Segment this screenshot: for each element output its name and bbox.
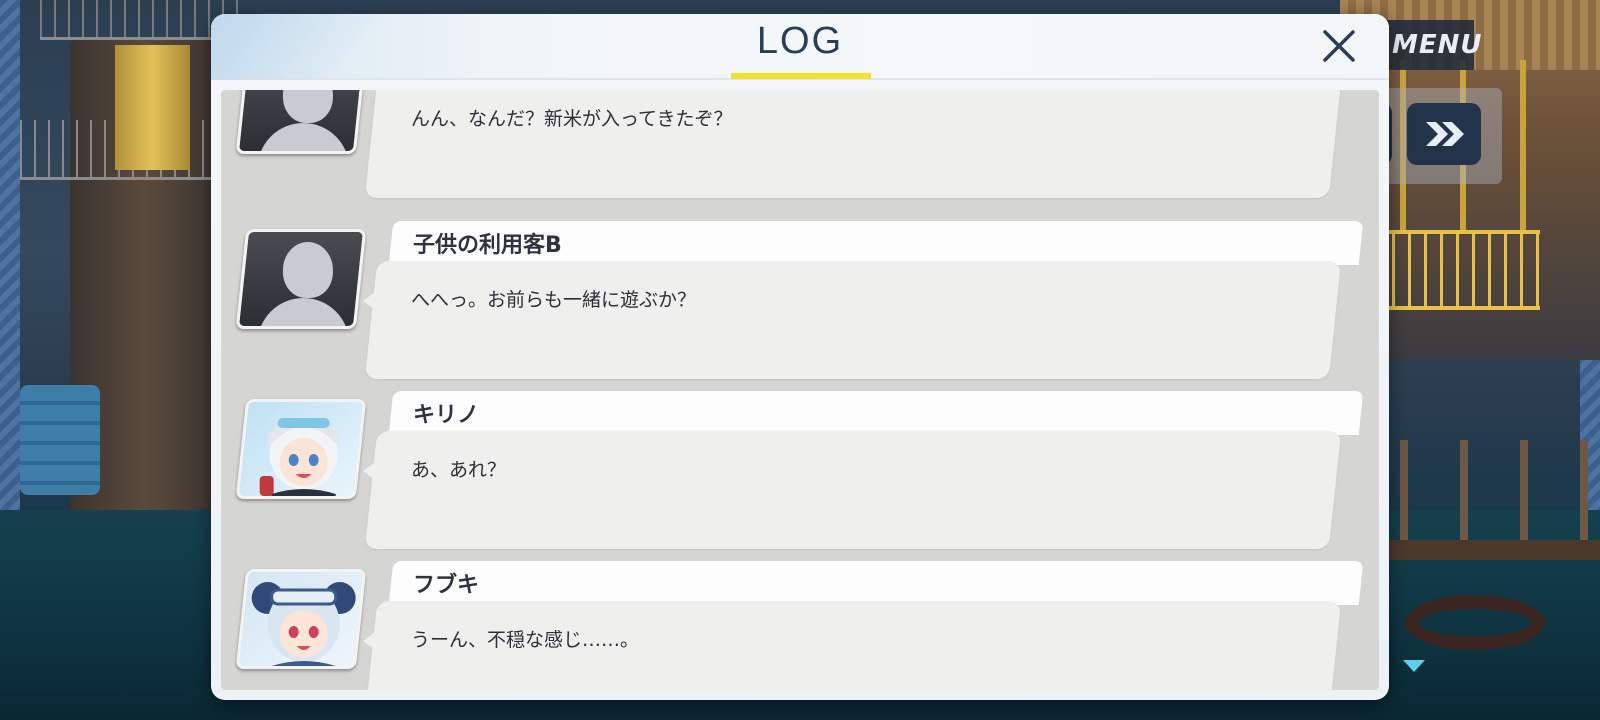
fubuki-portrait-image [251,582,356,669]
speaker-name: 子供の利用客B [413,233,562,258]
silhouette-head [282,90,333,123]
avatar [235,399,367,499]
silhouette-head [282,242,333,298]
log-header: LOG [211,14,1389,80]
bubble-tail [363,289,379,313]
message-text: へへっ。お前らも一緒に遊ぶか？ [411,289,697,311]
silhouette-body [257,298,350,329]
log-entry: キリノ あ、あれ？ [221,391,1379,551]
bubble-tail [363,629,379,653]
avatar [235,229,367,329]
log-list[interactable]: んん、なんだ？新米が入ってきたぞ？ 子供の利用客B へへっ。お前らも一緒に遊ぶか… [221,90,1379,690]
silhouette-body [257,123,350,154]
kirino-portrait-image [259,417,340,499]
sandbags [20,385,100,495]
log-title: LOG [756,20,844,62]
silhouette-avatar [235,229,367,329]
speaker-name: キリノ [413,403,480,428]
fubuki-portrait [235,569,367,669]
fast-forward-icon [1426,122,1464,146]
fast-forward-button[interactable] [1407,103,1481,165]
title-underline [731,73,871,79]
avatar [235,569,367,669]
kirino-portrait [235,399,367,499]
silhouette-avatar [235,90,367,154]
avatar [235,90,367,154]
close-icon [1323,30,1355,62]
speaker-name-tab [388,391,1364,435]
speaker-name: フブキ [413,573,480,598]
message-text: あ、あれ？ [411,459,507,481]
message-text: んん、なんだ？新米が入ってきたぞ？ [411,108,733,130]
speaker-name-tab [388,561,1364,605]
log-dialog: LOG んん、なんだ？新米が入ってきたぞ？ 子供の利用客B へへっ。お前らも一緒… [211,14,1389,700]
down-triangle-icon[interactable] [1403,660,1425,672]
message-text: うーん、不穏な感じ……。 [411,629,640,651]
log-entry: 子供の利用客B へへっ。お前らも一緒に遊ぶか？ [221,221,1379,381]
dock [1360,540,1600,560]
float-ring [1405,595,1545,650]
log-entry: フブキ うーん、不穏な感じ……。 [221,561,1379,690]
message-bubble [364,431,1342,549]
dock-posts [1400,440,1600,540]
message-bubble [364,261,1342,379]
log-entry: んん、なんだ？新米が入ってきたぞ？ [221,90,1379,200]
close-button[interactable] [1319,26,1359,66]
tower-pillar [115,45,190,170]
bubble-tail [363,459,379,483]
